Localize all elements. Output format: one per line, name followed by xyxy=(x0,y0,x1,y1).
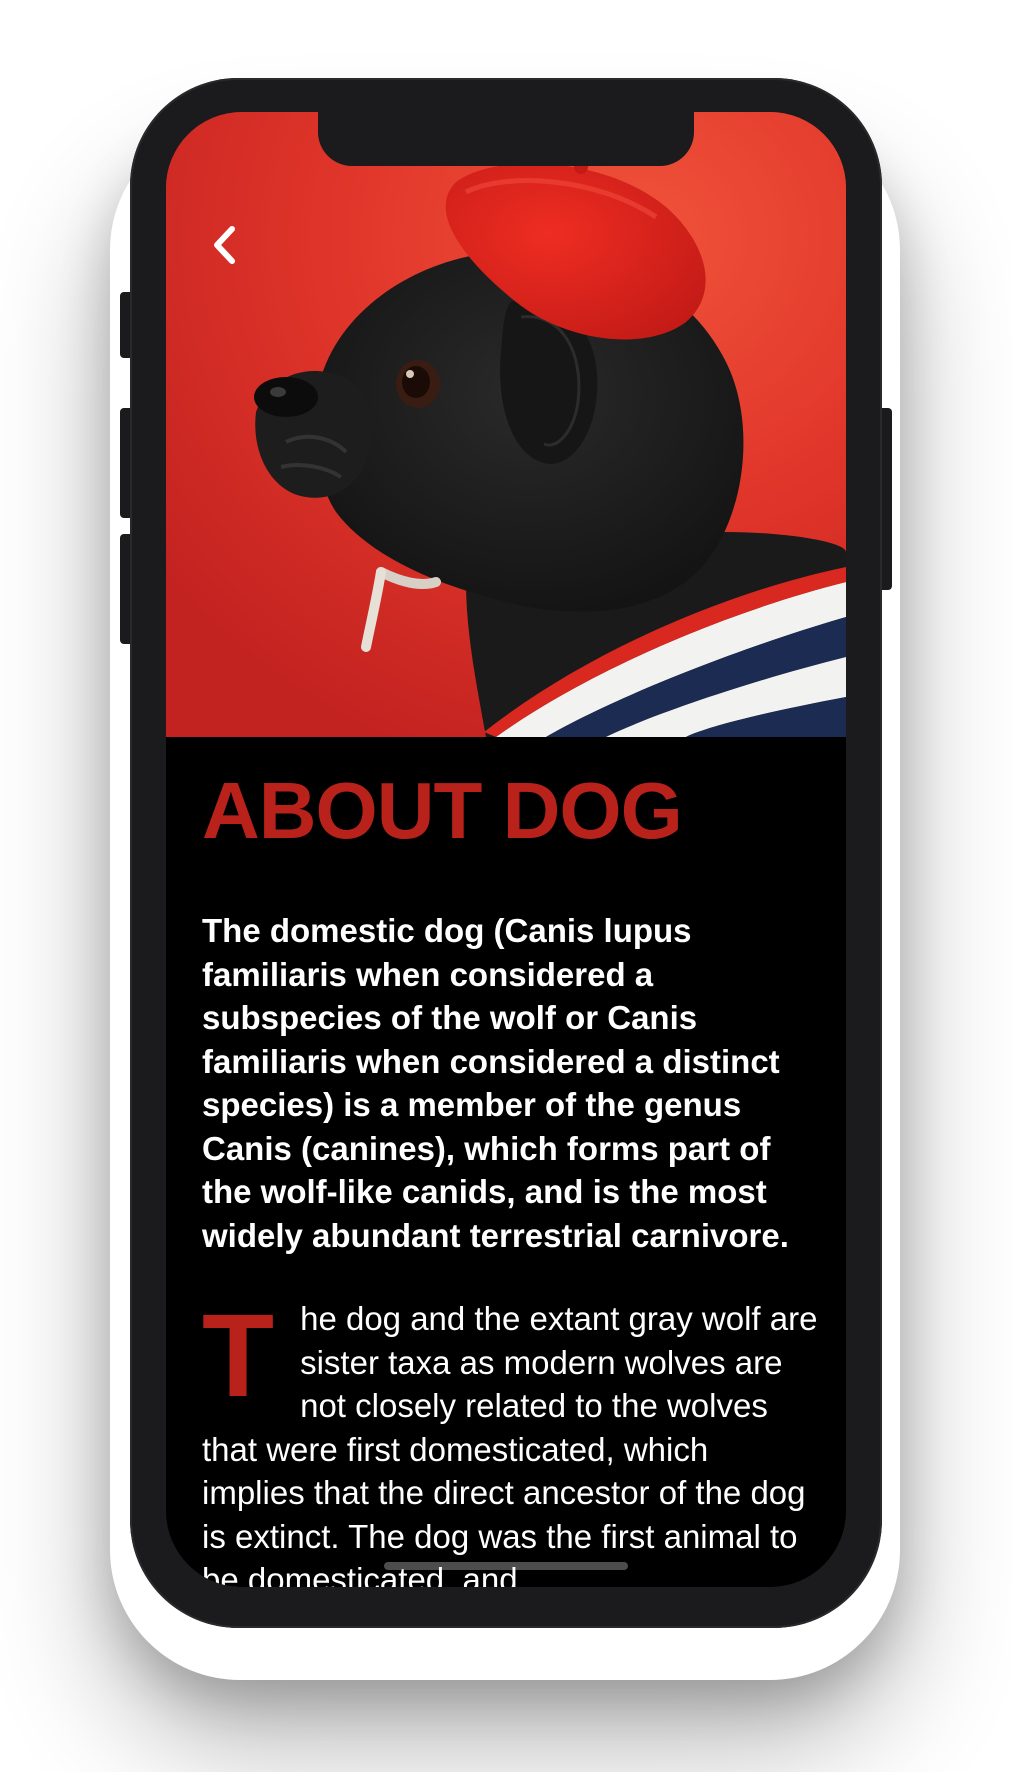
back-button[interactable] xyxy=(202,220,246,270)
chevron-left-icon xyxy=(214,226,235,264)
home-indicator[interactable] xyxy=(384,1562,628,1570)
app-screen: ABOUT DOG The domestic dog (Canis lupus … xyxy=(166,112,846,1587)
device-notch xyxy=(318,112,694,166)
article-title: ABOUT DOG xyxy=(202,766,683,855)
hero-image xyxy=(166,112,846,737)
article-content: ABOUT DOG The domestic dog (Canis lupus … xyxy=(202,737,820,1588)
article-body: The dog and the extant gray wolf are sis… xyxy=(202,1297,820,1587)
pug-photo xyxy=(166,112,846,737)
drop-cap: T xyxy=(202,1290,275,1422)
article-intro: The domestic dog (Canis lupus familiaris… xyxy=(202,912,789,1254)
stage: ABOUT DOG The domestic dog (Canis lupus … xyxy=(0,0,1012,1772)
article-body-text: he dog and the extant gray wolf are sist… xyxy=(202,1300,818,1587)
